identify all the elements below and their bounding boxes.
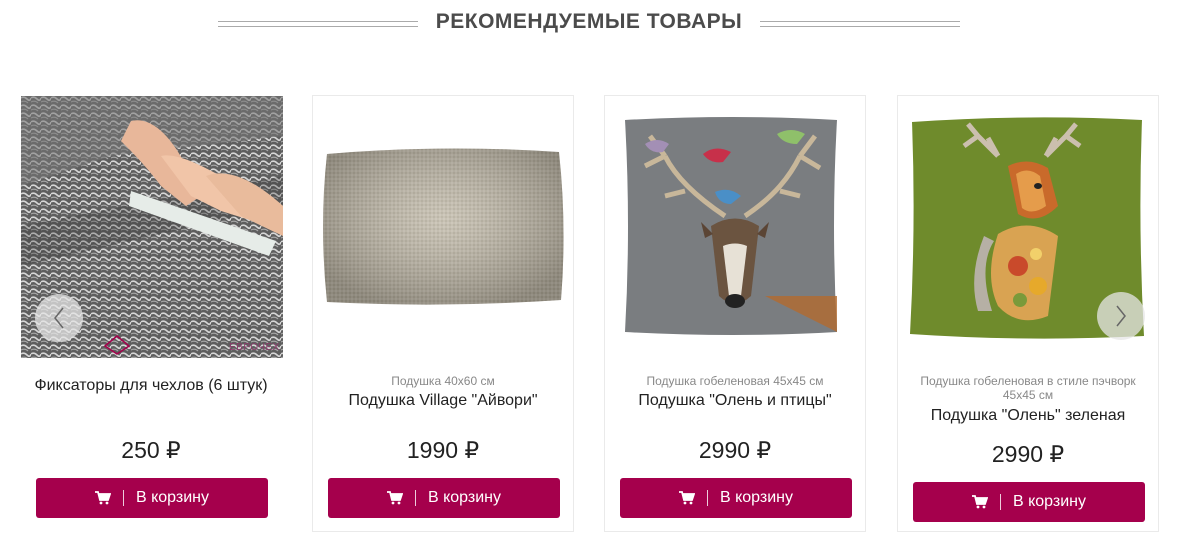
cart-icon bbox=[971, 495, 988, 509]
product-subtitle: Подушка 40х60 см bbox=[391, 374, 495, 388]
product-price: 1990 ₽ bbox=[406, 437, 480, 463]
chevron-right-icon bbox=[1116, 305, 1126, 327]
add-to-cart-label: В корзину bbox=[135, 489, 210, 506]
product-price: 2990 ₽ bbox=[698, 437, 772, 463]
cart-icon bbox=[386, 491, 403, 505]
button-separator bbox=[414, 490, 416, 506]
add-to-cart-label: В корзину bbox=[719, 489, 794, 506]
button-separator bbox=[999, 494, 1001, 510]
add-to-cart-button[interactable]: В корзину bbox=[913, 482, 1145, 522]
product-card[interactable]: Подушка 40х60 см Подушка Village "Айвори… bbox=[312, 95, 574, 532]
product-name[interactable]: Подушка Village "Айвори" bbox=[323, 388, 563, 413]
add-to-cart-label: В корзину bbox=[427, 489, 502, 506]
carousel-prev-button[interactable] bbox=[35, 294, 83, 342]
add-to-cart-label: В корзину bbox=[1012, 493, 1087, 510]
chevron-left-icon bbox=[54, 307, 64, 329]
product-subtitle: Подушка гобеленовая в стиле пэчворк 45х4… bbox=[920, 374, 1136, 402]
cart-icon bbox=[94, 491, 111, 505]
product-card[interactable]: ЕВРОЧЕХ Фиксаторы для чехлов (6 штук) 25… bbox=[20, 95, 283, 532]
cart-icon bbox=[678, 491, 695, 505]
button-separator bbox=[122, 490, 124, 506]
button-separator bbox=[706, 490, 708, 506]
product-price: 250 ₽ bbox=[121, 437, 181, 463]
product-name[interactable]: Фиксаторы для чехлов (6 штук) bbox=[31, 373, 271, 398]
product-image[interactable] bbox=[898, 96, 1160, 358]
product-card[interactable]: Подушка гобеленовая в стиле пэчворк 45х4… bbox=[897, 95, 1159, 532]
product-price: 2990 ₽ bbox=[991, 441, 1065, 467]
product-image[interactable] bbox=[313, 96, 575, 358]
product-image[interactable]: ЕВРОЧЕХ bbox=[21, 96, 283, 358]
add-to-cart-button[interactable]: В корзину bbox=[620, 478, 852, 518]
section-header: РЕКОМЕНДУЕМЫЕ ТОВАРЫ bbox=[218, 8, 960, 40]
title-divider-right bbox=[760, 21, 960, 27]
add-to-cart-button[interactable]: В корзину bbox=[328, 478, 560, 518]
product-card[interactable]: Подушка гобеленовая 45х45 см Подушка "Ол… bbox=[604, 95, 866, 532]
product-name[interactable]: Подушка "Олень" зеленая bbox=[908, 403, 1148, 428]
product-name[interactable]: Подушка "Олень и птицы" bbox=[615, 388, 855, 413]
carousel-next-button[interactable] bbox=[1097, 292, 1145, 340]
product-subtitle: Подушка гобеленовая 45х45 см bbox=[646, 374, 824, 388]
product-image[interactable] bbox=[605, 96, 867, 358]
add-to-cart-button[interactable]: В корзину bbox=[36, 478, 268, 518]
brand-watermark: ЕВРОЧЕХ bbox=[229, 342, 280, 353]
